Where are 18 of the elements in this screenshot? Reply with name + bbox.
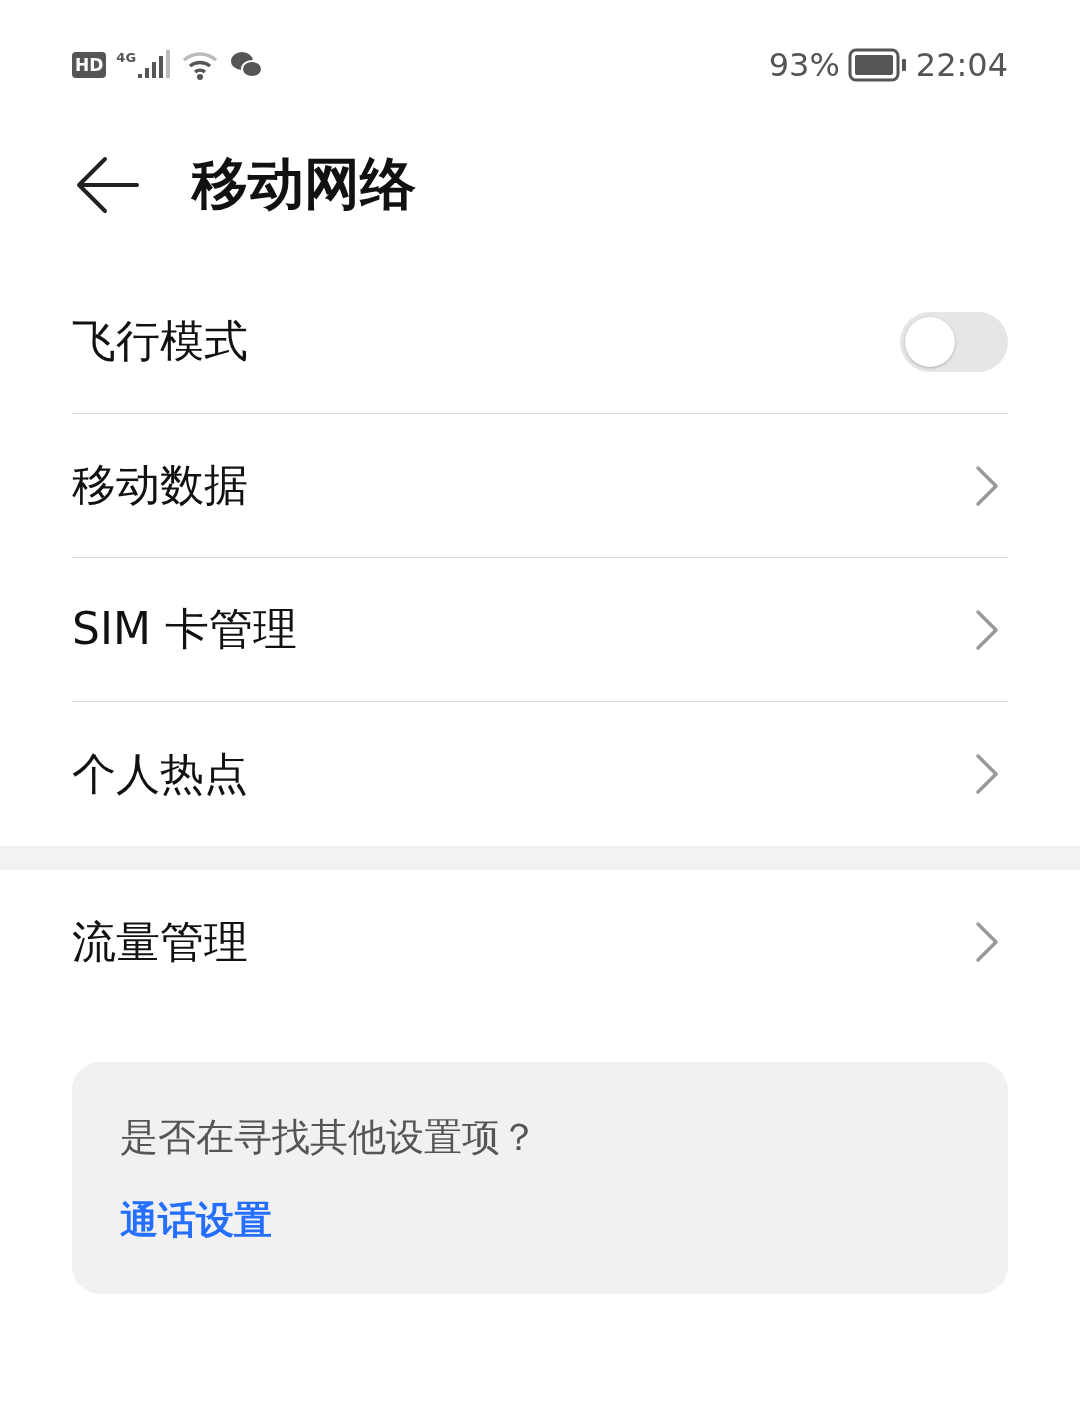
setting-label[interactable]: SIM 卡管理 — [72, 600, 974, 659]
suggestion-question: 是否在寻找其他设置项？ — [120, 1114, 539, 1161]
hd-icon: HD — [72, 52, 107, 78]
setting-label[interactable]: 流量管理 — [72, 912, 974, 972]
setting-label[interactable]: 移动数据 — [72, 456, 974, 515]
page-title: 移动网络 — [192, 150, 416, 218]
setting-label[interactable]: 个人热点 — [72, 744, 974, 804]
network-type: 4G — [116, 50, 137, 65]
battery-icon — [847, 48, 908, 82]
clock: 22:04 — [915, 46, 1008, 84]
chevron-right-icon — [974, 752, 1000, 796]
battery-percent: 93% — [768, 46, 840, 84]
setting-label[interactable]: 飞行模式 — [72, 312, 900, 371]
chevron-right-icon — [974, 463, 1000, 508]
chevron-right-icon — [974, 607, 1000, 652]
chevron-right-icon — [974, 920, 1000, 964]
call-settings-link[interactable]: 通话设置 — [120, 1195, 272, 1246]
signal-icon — [138, 50, 173, 80]
